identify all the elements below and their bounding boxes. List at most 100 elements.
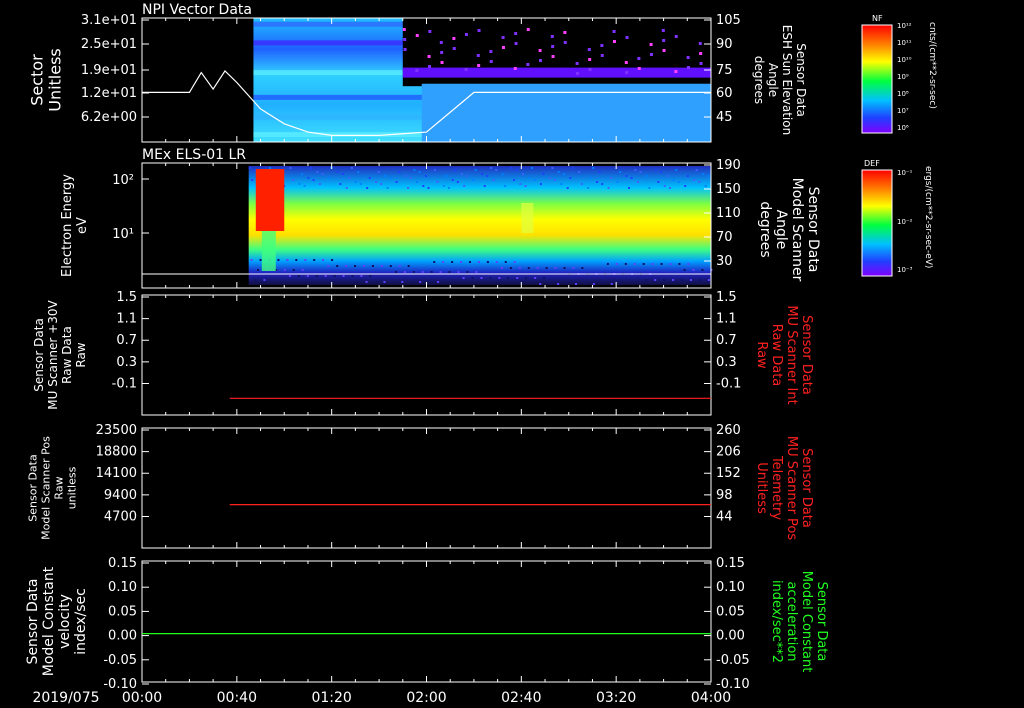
heatmap-pixel: [600, 44, 604, 47]
heatmap-pixel: [490, 167, 493, 169]
heatmap-pixel: [419, 281, 422, 283]
axis-label: Sector Unitless: [28, 48, 65, 112]
heatmap-pixel: [389, 265, 392, 267]
heatmap-pixel: [354, 181, 357, 183]
time-tick-label: 03:20: [596, 690, 636, 706]
axis-label-line: Sensor Data: [799, 315, 814, 395]
heatmap-pixel: [500, 267, 503, 269]
axis-label-line: Model Scanner: [789, 178, 805, 282]
heatmap-burst: [255, 169, 285, 231]
time-tick-label: 02:40: [501, 690, 541, 706]
heatmap-pixel: [509, 267, 512, 269]
axis-label-line: ESH Sun Elevation: [780, 25, 794, 135]
heatmap-pixel: [699, 52, 703, 55]
axis-label-line: Raw: [74, 342, 88, 367]
heatmap-pixel: [571, 167, 574, 169]
heatmap-pixel: [257, 269, 259, 271]
heatmap-pixel: [486, 175, 489, 177]
heatmap-pixel: [575, 72, 579, 75]
heatmap-pixel: [418, 171, 421, 173]
heatmap-pixel: [402, 28, 406, 31]
colorbar-tick: 10⁷: [897, 107, 909, 115]
colorbar-gradient: [861, 169, 893, 277]
heatmap-pixel: [704, 185, 707, 187]
heatmap-pixel: [303, 185, 306, 187]
heatmap-pixel: [462, 277, 465, 279]
heatmap-pixel: [681, 279, 683, 281]
heatmap-pixel: [427, 187, 430, 189]
heatmap-pixel: [336, 171, 339, 173]
heatmap-pixel: [401, 281, 404, 283]
heatmap-pixel: [648, 187, 651, 189]
heatmap-pixel: [566, 187, 569, 189]
axis-label-line: index/sec**2: [769, 580, 784, 663]
heatmap-pixel: [398, 171, 401, 173]
heatmap-pixel: [563, 41, 567, 44]
heatmap-pixel: [548, 177, 551, 179]
heatmap-pixel: [701, 269, 704, 271]
time-tick-label: 00:40: [217, 690, 257, 706]
axis-label-line: Raw: [52, 476, 65, 499]
heatmap-fill: [248, 166, 711, 285]
y2-tick-label: 206: [716, 445, 741, 460]
heatmap-pixel: [515, 169, 518, 171]
heatmap-pixel: [533, 179, 536, 181]
heatmap-pixel: [456, 181, 459, 183]
heatmap-pixel: [433, 169, 436, 171]
heatmap-pixel: [674, 70, 678, 73]
heatmap-pixel: [637, 57, 641, 60]
y2-tick-label: 0.3: [716, 355, 737, 370]
heatmap-pixel: [666, 175, 669, 177]
heatmap-pixel: [250, 259, 253, 261]
y2-tick-label: -0.1: [716, 376, 741, 391]
heatmap-pixel: [683, 269, 686, 271]
heatmap-pixel: [522, 173, 524, 175]
heatmap-pixel: [409, 177, 412, 179]
heatmap-pixel: [615, 263, 618, 265]
heatmap-pixel: [698, 279, 701, 281]
heatmap-pixel: [360, 275, 363, 277]
heatmap-pixel: [607, 187, 610, 189]
y-tick-label: 1.5: [116, 290, 137, 305]
heatmap-pixel: [625, 71, 629, 74]
heatmap-pixel: [560, 183, 563, 185]
panel-frame: [141, 560, 712, 683]
panel-frame: [141, 427, 712, 549]
heatmap-pixel: [601, 283, 604, 285]
heatmap-pixel: [514, 32, 518, 35]
heatmap-pixel: [554, 267, 557, 269]
heatmap-pixel: [636, 181, 639, 183]
heatmap-pixel: [341, 173, 344, 175]
axis-label-line: MU Scanner +30V: [46, 300, 60, 410]
y-tick-label: -0.1: [112, 376, 137, 391]
heatmap-pixel: [377, 171, 380, 173]
y-tick-label: 14100: [96, 466, 137, 481]
heatmap-pixel: [550, 35, 554, 38]
heatmap-pixel: [416, 181, 418, 183]
heatmap-pixel: [380, 265, 383, 267]
y2-tick-label: 1.1: [716, 312, 737, 327]
heatmap-pixel: [612, 40, 616, 43]
heatmap-pixel: [588, 68, 592, 71]
heatmap-pixel: [269, 167, 272, 169]
heatmap-pixel: [504, 261, 507, 263]
y-tick-label: 10¹: [112, 227, 134, 242]
y2-tick-label: 0.00: [716, 629, 745, 644]
axis-label-line: Raw: [754, 341, 769, 369]
plot-stage: 2019/075 00:00 00:40 01:20 02:00 02:40 03:20 0…: [0, 0, 1024, 708]
y2-tick-label: 75: [716, 63, 733, 78]
heatmap-pixel: [312, 179, 315, 181]
y-tick-label: 6.2e+00: [81, 110, 137, 125]
heatmap-pixel: [610, 177, 613, 179]
heatmap-pixel: [336, 265, 339, 267]
heatmap-pixel: [295, 259, 298, 261]
axis-label-line: acceleration: [784, 581, 799, 661]
heatmap-pixel: [424, 175, 427, 177]
axis-label: Sensor Data Model Constant velocity index/s…: [25, 566, 89, 676]
heatmap-pixel: [415, 69, 419, 72]
axis-label-line: MU Scanner Int: [784, 305, 799, 404]
heatmap-pixel: [477, 261, 480, 263]
heatmap-pixel: [307, 177, 310, 179]
heatmap-pixel: [672, 279, 675, 281]
heatmap-pixel: [526, 28, 530, 31]
